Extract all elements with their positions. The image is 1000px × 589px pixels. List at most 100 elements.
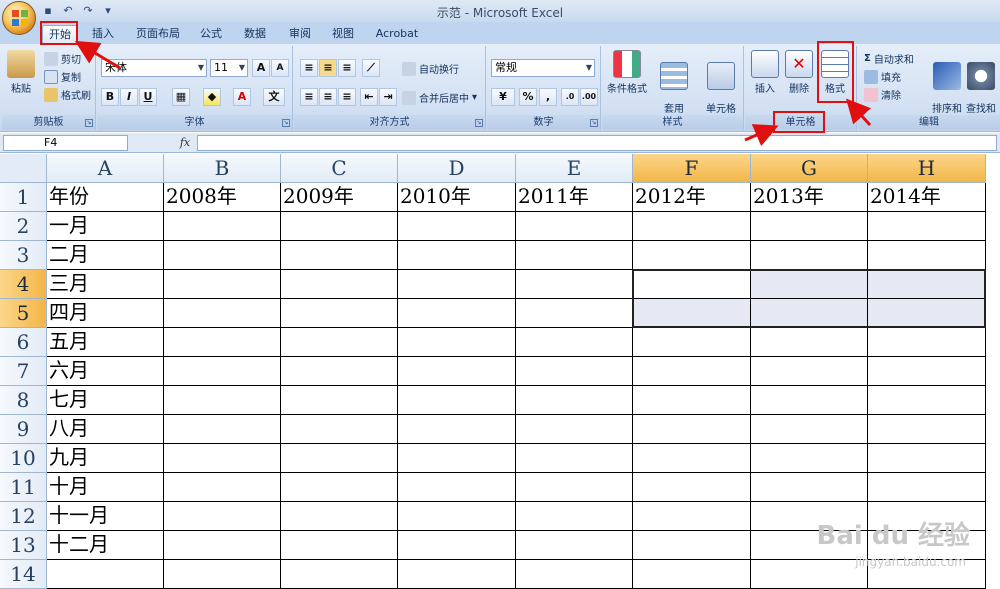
cell-b13[interactable]	[164, 531, 281, 560]
cell-b6[interactable]	[164, 328, 281, 357]
select-all-corner[interactable]	[0, 154, 47, 183]
cell-d11[interactable]	[398, 473, 516, 502]
cell-d4[interactable]	[398, 270, 516, 299]
cell-a2[interactable]: 一月	[47, 212, 164, 241]
row-header-12[interactable]: 12	[0, 502, 47, 531]
row-header-14[interactable]: 14	[0, 560, 47, 589]
cell-b2[interactable]	[164, 212, 281, 241]
cell-a7[interactable]: 六月	[47, 357, 164, 386]
cell-g6[interactable]	[751, 328, 868, 357]
cell-c12[interactable]	[281, 502, 398, 531]
cell-a13[interactable]: 十二月	[47, 531, 164, 560]
align-top-icon[interactable]: ≡	[300, 59, 318, 77]
fill-button[interactable]: 填充	[864, 69, 901, 84]
cell-f8[interactable]	[633, 386, 751, 415]
delete-cells-button[interactable]: ✕ 删除	[783, 50, 815, 95]
clipboard-launcher-icon[interactable]: ↘	[85, 119, 93, 127]
font-size-select[interactable]: 11 ▼	[210, 59, 248, 77]
cell-b9[interactable]	[164, 415, 281, 444]
cell-d14[interactable]	[398, 560, 516, 589]
row-header-1[interactable]: 1	[0, 183, 47, 212]
cell-a4[interactable]: 三月	[47, 270, 164, 299]
cell-h10[interactable]	[868, 444, 986, 473]
cell-b12[interactable]	[164, 502, 281, 531]
increase-decimal-icon[interactable]: .0	[561, 88, 579, 106]
cell-d13[interactable]	[398, 531, 516, 560]
cell-d6[interactable]	[398, 328, 516, 357]
cell-g11[interactable]	[751, 473, 868, 502]
cell-h6[interactable]	[868, 328, 986, 357]
row-header-3[interactable]: 3	[0, 241, 47, 270]
column-header-e[interactable]: E	[516, 154, 633, 183]
merge-center-button[interactable]: 合并后居中 ▾	[402, 90, 477, 105]
column-header-g[interactable]: G	[751, 154, 868, 183]
column-header-c[interactable]: C	[281, 154, 398, 183]
cell-g3[interactable]	[751, 241, 868, 270]
cell-e2[interactable]	[516, 212, 633, 241]
cell-b7[interactable]	[164, 357, 281, 386]
decrease-indent-icon[interactable]: ⇤	[360, 88, 378, 106]
cell-a10[interactable]: 九月	[47, 444, 164, 473]
cell-g1[interactable]: 2013年	[751, 183, 868, 212]
cell-c6[interactable]	[281, 328, 398, 357]
cell-b11[interactable]	[164, 473, 281, 502]
cell-b14[interactable]	[164, 560, 281, 589]
row-header-4[interactable]: 4	[0, 270, 47, 299]
cell-e8[interactable]	[516, 386, 633, 415]
cell-b8[interactable]	[164, 386, 281, 415]
cell-a9[interactable]: 八月	[47, 415, 164, 444]
cell-a5[interactable]: 四月	[47, 299, 164, 328]
row-header-6[interactable]: 6	[0, 328, 47, 357]
cell-c9[interactable]	[281, 415, 398, 444]
row-header-13[interactable]: 13	[0, 531, 47, 560]
comma-icon[interactable]: ,	[539, 88, 557, 106]
cell-c2[interactable]	[281, 212, 398, 241]
cell-b1[interactable]: 2008年	[164, 183, 281, 212]
clear-button[interactable]: 清除	[864, 87, 901, 102]
cell-f13[interactable]	[633, 531, 751, 560]
function-icon[interactable]: fx	[175, 135, 195, 151]
cell-h2[interactable]	[868, 212, 986, 241]
font-color-icon[interactable]: A	[233, 88, 251, 106]
row-header-9[interactable]: 9	[0, 415, 47, 444]
cell-c7[interactable]	[281, 357, 398, 386]
tab-formulas[interactable]: 公式	[196, 25, 226, 44]
cell-g14[interactable]	[751, 560, 868, 589]
cell-f9[interactable]	[633, 415, 751, 444]
cell-h1[interactable]: 2014年	[868, 183, 986, 212]
tab-view[interactable]: 视图	[328, 25, 358, 44]
currency-icon[interactable]: ¥	[491, 88, 515, 106]
shrink-font-button[interactable]: A	[271, 59, 289, 77]
cell-c10[interactable]	[281, 444, 398, 473]
row-header-2[interactable]: 2	[0, 212, 47, 241]
percent-icon[interactable]: %	[519, 88, 537, 106]
cell-f5[interactable]	[633, 299, 751, 328]
cell-d1[interactable]: 2010年	[398, 183, 516, 212]
cell-a8[interactable]: 七月	[47, 386, 164, 415]
cell-e14[interactable]	[516, 560, 633, 589]
align-right-icon[interactable]: ≡	[338, 88, 356, 106]
cell-e6[interactable]	[516, 328, 633, 357]
cell-e11[interactable]	[516, 473, 633, 502]
cell-f3[interactable]	[633, 241, 751, 270]
cell-h11[interactable]	[868, 473, 986, 502]
cell-c1[interactable]: 2009年	[281, 183, 398, 212]
cell-g5[interactable]	[751, 299, 868, 328]
cell-d8[interactable]	[398, 386, 516, 415]
name-box[interactable]: F4	[3, 135, 128, 151]
cell-h5[interactable]	[868, 299, 986, 328]
cell-b10[interactable]	[164, 444, 281, 473]
cell-a6[interactable]: 五月	[47, 328, 164, 357]
cell-a14[interactable]	[47, 560, 164, 589]
cell-f4[interactable]	[633, 270, 751, 299]
cell-e9[interactable]	[516, 415, 633, 444]
phonetic-icon[interactable]: 文	[263, 88, 285, 106]
cell-c13[interactable]	[281, 531, 398, 560]
cell-c5[interactable]	[281, 299, 398, 328]
cut-button[interactable]: 剪切	[44, 51, 81, 66]
autosum-button[interactable]: Σ 自动求和	[864, 51, 914, 66]
office-button[interactable]	[2, 1, 36, 35]
column-header-d[interactable]: D	[398, 154, 516, 183]
cell-d9[interactable]	[398, 415, 516, 444]
number-launcher-icon[interactable]: ↘	[590, 119, 598, 127]
